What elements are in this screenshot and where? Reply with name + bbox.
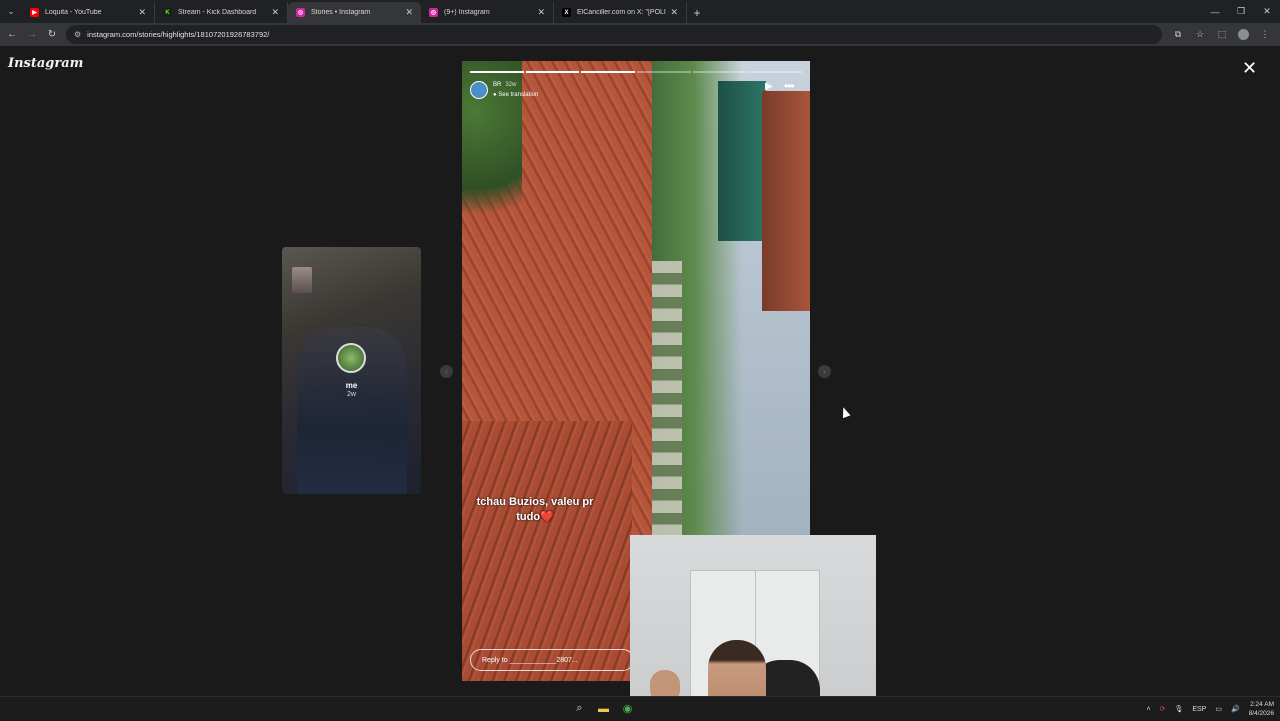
story-time: 32w (505, 82, 517, 88)
windows-taskbar: ⌕ ▬ ◉ ˄ ⟳ 🎙 ESP ▭ 🔊 2:24 AM 8/4/2026 (0, 696, 1280, 720)
tab-close-icon[interactable]: ✕ (537, 7, 545, 18)
chrome-icon[interactable]: ◉ (618, 699, 637, 718)
see-translation-link[interactable]: See translation (498, 92, 538, 98)
clock-time: 2:24 AM (1250, 701, 1274, 708)
story-progress-bars (470, 71, 803, 73)
x-icon: X (562, 8, 571, 17)
previous-arrow-icon[interactable]: ‹ (440, 365, 453, 378)
caption-line: tchau Buzios, valeu pr (476, 496, 594, 508)
address-bar[interactable]: ⚙ instagram.com/stories/highlights/18107… (66, 25, 1162, 44)
install-app-icon[interactable]: ⧉ (1167, 25, 1189, 44)
tab-instagram[interactable]: ◎ (9+) Instagram ✕ (421, 2, 554, 23)
site-info-icon[interactable]: ⚙ (74, 30, 81, 39)
window-controls: — ❐ ✕ (1202, 0, 1280, 23)
reply-input[interactable]: Reply to ____________2807... (470, 649, 634, 671)
display-icon[interactable]: ▭ (1215, 705, 1222, 713)
kick-icon: K (163, 8, 172, 17)
forward-icon[interactable]: → (22, 25, 42, 45)
tab-close-icon[interactable]: ✕ (271, 7, 279, 18)
tab-youtube[interactable]: ▶ Loquita - YouTube ✕ (22, 2, 155, 23)
file-explorer-icon[interactable]: ▬ (594, 699, 613, 718)
windows-start-icon[interactable] (546, 699, 565, 718)
tray-overflow-icon[interactable]: ˄ (1146, 706, 1150, 713)
tab-title: Stories • Instagram (311, 9, 371, 16)
story-meta: BR 32w ● See translation (493, 82, 539, 98)
restore-icon[interactable]: ❐ (1228, 0, 1254, 23)
extensions-icon[interactable]: ⬚ (1211, 25, 1233, 44)
language-indicator[interactable]: ESP (1192, 706, 1206, 713)
clock[interactable]: 2:24 AM 8/4/2026 (1249, 700, 1274, 718)
story-caption: tchau Buzios, valeu pr tudo❤️ (462, 495, 608, 525)
preview-avatar (336, 343, 366, 373)
volume-icon[interactable]: 🔊 (1231, 705, 1240, 713)
story-roof-edge (762, 91, 810, 311)
profile-avatar[interactable] (1238, 29, 1249, 40)
next-arrow-icon[interactable]: › (818, 365, 831, 378)
tab-search-icon[interactable]: ⌄ (0, 0, 22, 23)
progress-segment (581, 71, 636, 73)
instagram-logo[interactable]: Instagram (8, 56, 83, 71)
tab-x[interactable]: X ElCanciller.com on X: "[POLICIA... ✕ (554, 2, 687, 23)
story-roof-tiles-lower (462, 421, 632, 681)
tab-close-icon[interactable]: ✕ (138, 7, 146, 18)
tab-title: ElCanciller.com on X: "[POLICIA... (577, 9, 666, 16)
tab-title: (9+) Instagram (444, 9, 490, 16)
story-header: BR 32w ● See translation (470, 80, 538, 100)
more-options-icon[interactable]: ••• (784, 79, 795, 93)
youtube-icon: ▶ (30, 8, 39, 17)
mouse-cursor-icon (839, 405, 851, 419)
reply-placeholder: Reply to ____________2807... (482, 656, 578, 664)
minimize-icon[interactable]: — (1202, 0, 1228, 23)
search-icon[interactable]: ⌕ (570, 699, 589, 718)
tab-title: Stream - Kick Dashboard (178, 9, 257, 16)
progress-segment (525, 71, 580, 73)
webcam-overlay (630, 535, 876, 720)
tab-title: Loquita - YouTube (45, 9, 102, 16)
back-icon[interactable]: ← (2, 25, 22, 45)
caption-line: tudo❤️ (516, 511, 554, 523)
progress-segment (748, 71, 803, 73)
progress-segment (692, 71, 747, 73)
close-stories-icon[interactable]: ✕ (1242, 58, 1257, 79)
tab-close-icon[interactable]: ✕ (405, 7, 413, 18)
instagram-icon: ◎ (296, 8, 305, 17)
previous-story-preview[interactable]: me 2w (282, 247, 421, 494)
preview-sticker (292, 267, 312, 293)
system-tray: ˄ ⟳ 🎙 ESP ▭ 🔊 2:24 AM 8/4/2026 (1137, 697, 1274, 721)
tab-close-icon[interactable]: ✕ (670, 7, 678, 18)
preview-username: me (345, 381, 358, 390)
toolbar-actions: ⧉ ☆ ⬚ ⋮ (1167, 25, 1276, 44)
tab-kick[interactable]: K Stream - Kick Dashboard ✕ (155, 2, 288, 23)
tab-instagram-stories[interactable]: ◎ Stories • Instagram ✕ (288, 2, 421, 23)
sync-icon[interactable]: ⟳ (1160, 705, 1166, 713)
url-text: instagram.com/stories/highlights/1810720… (87, 30, 270, 39)
progress-segment (637, 71, 691, 73)
story-awning (718, 81, 766, 241)
instagram-icon: ◎ (429, 8, 438, 17)
new-tab-button[interactable]: + (687, 2, 707, 23)
microphone-icon[interactable]: 🎙 (1174, 705, 1183, 713)
reload-icon[interactable]: ↻ (42, 25, 62, 45)
taskbar-apps: ⌕ ▬ ◉ (546, 699, 637, 718)
browser-menu-icon[interactable]: ⋮ (1254, 25, 1276, 44)
browser-toolbar: ← → ↻ ⚙ instagram.com/stories/highlights… (0, 23, 1280, 46)
browser-tab-strip: ⌄ ▶ Loquita - YouTube ✕ K Stream - Kick … (0, 0, 1280, 23)
play-icon[interactable]: ▶ (765, 81, 773, 92)
bookmark-star-icon[interactable]: ☆ (1189, 25, 1211, 44)
progress-segment (470, 71, 524, 73)
story-avatar[interactable] (470, 81, 488, 99)
preview-time: 2w (347, 391, 356, 398)
clock-date: 8/4/2026 (1248, 710, 1274, 717)
close-window-icon[interactable]: ✕ (1254, 0, 1280, 23)
story-username[interactable]: BR (493, 82, 501, 88)
